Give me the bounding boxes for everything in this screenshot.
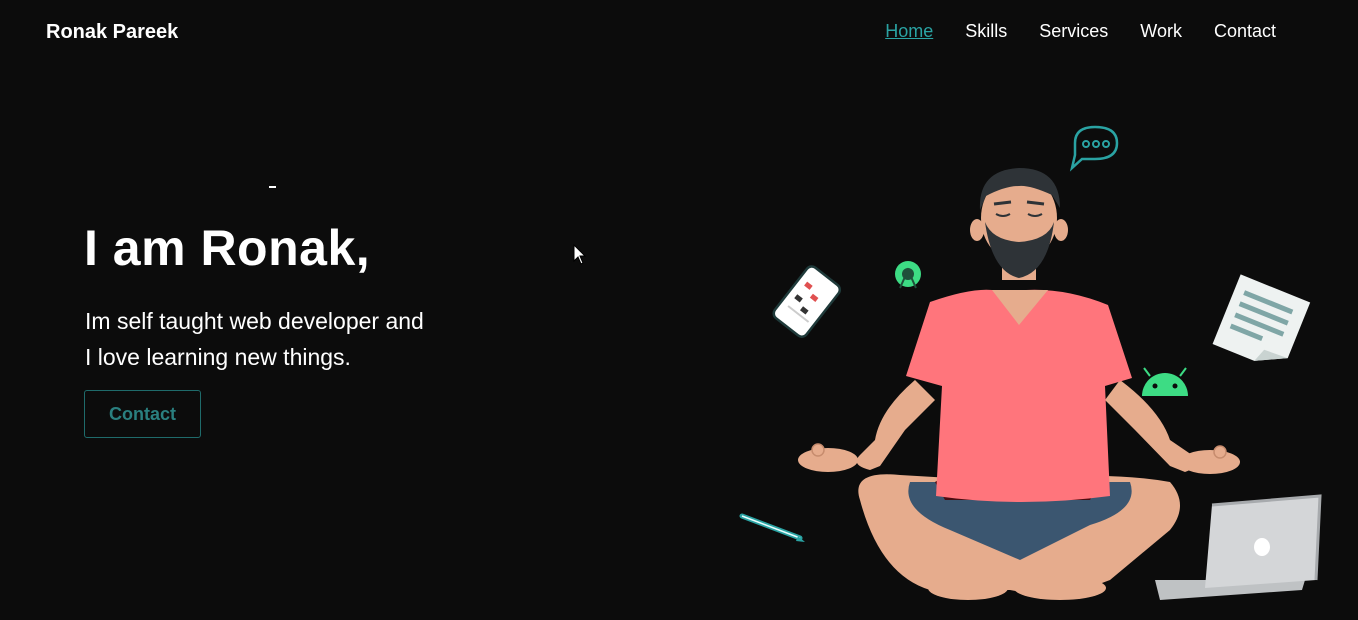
android-icon (1142, 367, 1188, 396)
main-nav: Home Skills Services Work Contact (885, 21, 1276, 42)
laptop-icon (1155, 494, 1322, 600)
hero-line-2: I love learning new things. (85, 344, 351, 370)
chat-bubble-icon (1069, 125, 1119, 172)
nav-link-home[interactable]: Home (885, 21, 933, 42)
brand-logo[interactable]: Ronak Pareek (46, 21, 178, 44)
document-icon (1212, 274, 1311, 361)
hero-description: Im self taught web developer and I love … (85, 303, 485, 375)
mouse-cursor-icon (573, 244, 587, 265)
contact-button[interactable]: Contact (84, 390, 201, 438)
hero-title: I am Ronak, (84, 220, 371, 276)
nav-link-work[interactable]: Work (1140, 21, 1182, 42)
typing-caret (269, 186, 276, 188)
nav-link-contact[interactable]: Contact (1214, 21, 1276, 42)
meditating-developer-illustration (739, 125, 1322, 600)
pen-icon (739, 513, 805, 542)
smartphone-icon (772, 265, 842, 338)
hero-line-1: Im self taught web developer and (85, 308, 424, 334)
android-studio-icon (895, 261, 921, 289)
nav-link-services[interactable]: Services (1039, 21, 1108, 42)
nav-link-skills[interactable]: Skills (965, 21, 1007, 42)
